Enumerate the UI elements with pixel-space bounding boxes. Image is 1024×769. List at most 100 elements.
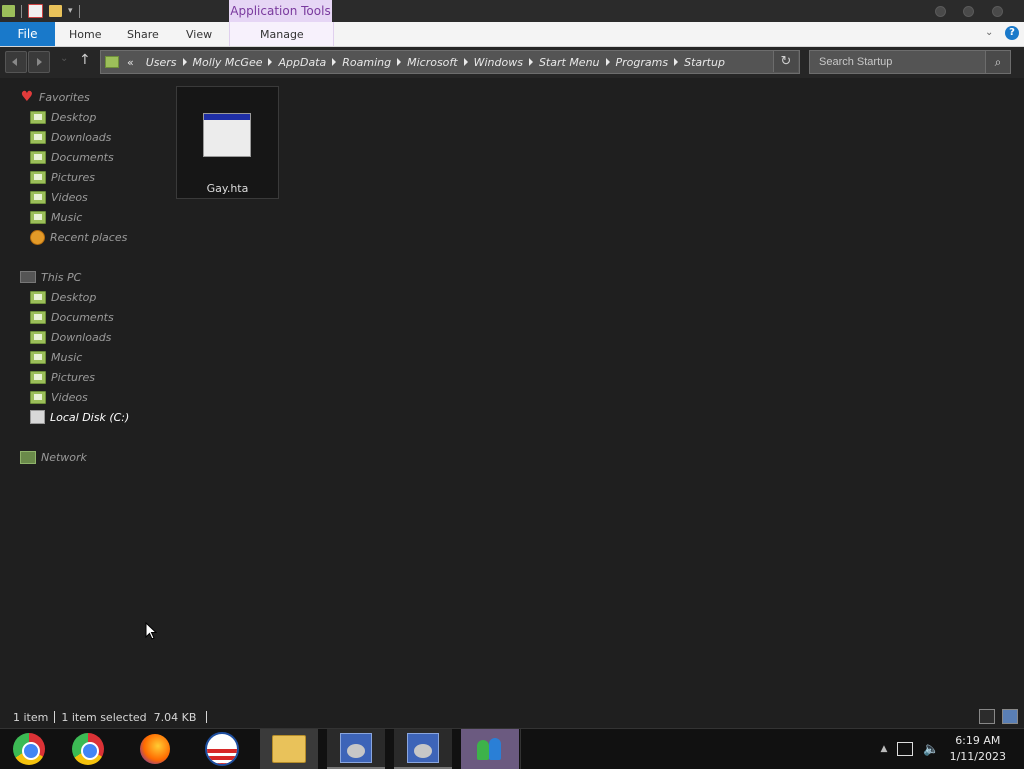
taskbar-start-chrome-button[interactable] <box>0 729 58 769</box>
search-input[interactable] <box>810 51 989 73</box>
nav-item-favorites-documents[interactable]: Documents <box>30 147 114 167</box>
music-folder-icon <box>30 350 46 364</box>
back-arrow-icon <box>12 58 17 66</box>
overflow-breadcrumb[interactable]: « <box>123 56 140 69</box>
new-folder-icon[interactable] <box>49 5 62 17</box>
tab-share[interactable]: Share <box>127 22 159 46</box>
refresh-icon: ↻ <box>780 54 792 69</box>
heart-icon: ♥ <box>20 89 34 105</box>
file-item[interactable]: Gay.hta <box>176 86 279 199</box>
msn-messenger-icon <box>473 736 507 762</box>
customize-toolbar-chevron-icon[interactable]: ▾ <box>68 6 73 16</box>
nav-item-pc-music[interactable]: Music <box>30 347 82 367</box>
toolbar-separator <box>78 4 80 18</box>
nav-item-label: Pictures <box>51 170 96 184</box>
item-count: 1 item <box>13 710 49 724</box>
nav-item-label: Desktop <box>51 290 97 304</box>
nav-item-favorites-videos[interactable]: Videos <box>30 187 88 207</box>
search-box[interactable]: ⌕ <box>809 50 1011 74</box>
back-button[interactable] <box>5 51 27 73</box>
maximize-button[interactable] <box>963 6 974 17</box>
recent-locations-chevron-icon[interactable]: ⌄ <box>60 53 68 64</box>
taskbar-setup-button-2[interactable] <box>394 729 452 769</box>
breadcrumb-appdata[interactable]: AppData <box>272 56 332 69</box>
refresh-button[interactable]: ↻ <box>773 51 798 72</box>
nav-favorites-label: Favorites <box>39 90 90 104</box>
network-status-icon[interactable] <box>897 742 914 756</box>
folder-icon[interactable] <box>2 5 15 17</box>
show-hidden-icons-chevron-icon[interactable]: ▲ <box>880 744 887 754</box>
nav-item-pc-pictures[interactable]: Pictures <box>30 367 95 387</box>
clock[interactable]: 6:19 AM 1/11/2023 <box>950 733 1006 765</box>
breadcrumb-startup[interactable]: Startup <box>678 56 731 69</box>
application-tools-context-label: Application Tools <box>229 0 332 22</box>
forward-arrow-icon <box>37 58 42 66</box>
large-icons-view-icon[interactable] <box>1002 709 1018 724</box>
help-icon[interactable]: ? <box>1005 26 1019 40</box>
folder-icon <box>105 56 119 68</box>
nav-item-favorites-desktop[interactable]: Desktop <box>30 107 96 127</box>
breadcrumb-windows[interactable]: Windows <box>468 56 529 69</box>
nav-favorites[interactable]: ♥ Favorites <box>20 87 90 107</box>
hard-drive-icon <box>30 410 45 424</box>
nav-item-favorites-pictures[interactable]: Pictures <box>30 167 95 187</box>
breadcrumb-start-menu[interactable]: Start Menu <box>533 56 606 69</box>
taskbar-msn-messenger-button[interactable] <box>461 729 519 769</box>
breadcrumb-roaming[interactable]: Roaming <box>336 56 397 69</box>
taskbar-firefox-button[interactable] <box>126 729 184 769</box>
breadcrumb-microsoft[interactable]: Microsoft <box>401 56 464 69</box>
tab-home[interactable]: Home <box>69 22 101 46</box>
taskbar: ▲ 🔈 6:19 AM 1/11/2023 <box>0 728 1024 769</box>
hta-application-icon <box>203 113 251 157</box>
nav-item-favorites-music[interactable]: Music <box>30 207 82 227</box>
expand-ribbon-chevron-icon[interactable]: ⌄ <box>985 27 993 38</box>
nav-this-pc-label: This PC <box>41 270 82 284</box>
forward-button[interactable] <box>28 51 50 73</box>
chrome-icon <box>13 733 45 765</box>
volume-icon[interactable]: 🔈 <box>923 742 939 757</box>
close-button[interactable] <box>992 6 1003 17</box>
taskbar-divider <box>520 729 521 769</box>
breadcrumb-users[interactable]: Users <box>140 56 183 69</box>
taskbar-setup-button-1[interactable] <box>327 729 385 769</box>
videos-folder-icon <box>30 190 46 204</box>
taskbar-chrome-button[interactable] <box>59 729 117 769</box>
status-separator <box>54 711 56 723</box>
nav-item-label: Videos <box>51 390 88 404</box>
pictures-folder-icon <box>30 170 46 184</box>
selection-size: 7.04 KB <box>153 710 197 724</box>
nav-this-pc[interactable]: This PC <box>20 267 81 287</box>
taskbar-obama-app-button[interactable] <box>193 729 251 769</box>
toolbar-separator <box>21 4 22 18</box>
taskbar-file-explorer-button[interactable] <box>260 729 318 769</box>
nav-item-pc-desktop[interactable]: Desktop <box>30 287 96 307</box>
nav-item-pc-videos[interactable]: Videos <box>30 387 88 407</box>
up-arrow-icon[interactable]: ↑ <box>79 52 91 68</box>
title-bar <box>0 0 1024 22</box>
search-icon: ⌕ <box>994 54 1002 69</box>
clock-date: 1/11/2023 <box>949 750 1006 763</box>
search-button[interactable]: ⌕ <box>985 51 1010 73</box>
tab-view[interactable]: View <box>186 22 212 46</box>
quick-access-toolbar: ▾ <box>0 0 80 22</box>
nav-network[interactable]: Network <box>20 447 87 467</box>
properties-icon[interactable] <box>28 4 43 18</box>
nav-item-pc-documents[interactable]: Documents <box>30 307 114 327</box>
nav-item-label: Downloads <box>51 330 112 344</box>
file-name-label: Gay.hta <box>206 182 249 195</box>
details-view-icon[interactable] <box>979 709 995 724</box>
computer-icon <box>20 271 36 283</box>
recent-places-icon <box>30 229 45 245</box>
nav-item-local-disk[interactable]: Local Disk (C:) <box>30 407 129 427</box>
tab-manage[interactable]: Manage <box>260 22 304 46</box>
nav-item-pc-downloads[interactable]: Downloads <box>30 327 111 347</box>
minimize-button[interactable] <box>935 6 946 17</box>
breadcrumb-molly-mcgee[interactable]: Molly McGee <box>187 56 269 69</box>
address-bar[interactable]: « Users Molly McGee AppData Roaming Micr… <box>100 50 800 74</box>
nav-item-favorites-downloads[interactable]: Downloads <box>30 127 111 147</box>
tab-file[interactable]: File <box>0 22 55 46</box>
breadcrumb-programs[interactable]: Programs <box>610 56 675 69</box>
system-tray: ▲ 🔈 6:19 AM 1/11/2023 <box>880 729 1024 769</box>
nav-item-recent-places[interactable]: Recent places <box>30 227 127 247</box>
obama-logo-icon <box>205 732 239 766</box>
